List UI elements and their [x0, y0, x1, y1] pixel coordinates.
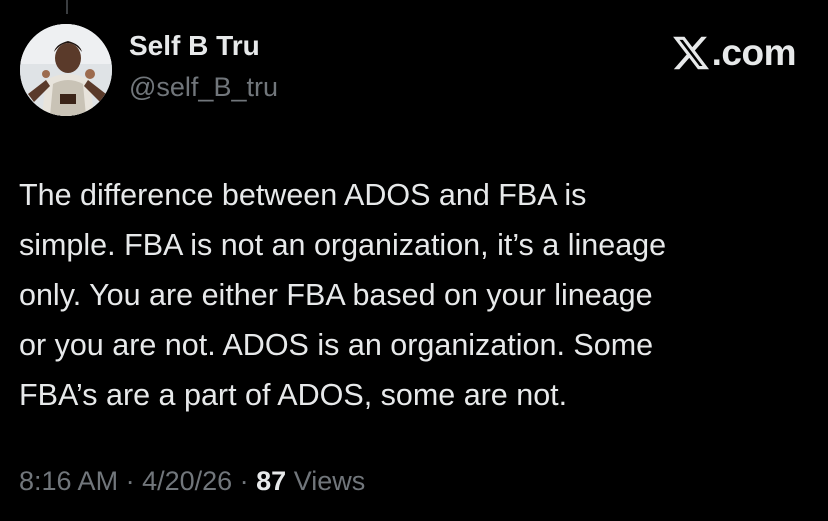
author-display-name[interactable]: Self B Tru: [129, 30, 260, 62]
meta-separator: ·: [232, 466, 257, 496]
tweet-text-line: FBA’s are a part of ADOS, some are not.: [19, 378, 568, 412]
views-count[interactable]: 87: [256, 466, 286, 496]
thread-connector-line: [66, 0, 68, 14]
x-logo-icon: [672, 36, 709, 70]
avatar[interactable]: [20, 24, 112, 116]
tweet-text-line: or you are not. ADOS is an organization.…: [19, 328, 654, 362]
tweet-metadata: 8:16 AM · 4/20/26 · 87 Views: [19, 466, 365, 497]
views-label[interactable]: Views: [286, 466, 366, 496]
tweet-text-line: simple. FBA is not an organization, it’s…: [19, 228, 667, 262]
tweet-text-line: The difference between ADOS and FBA is: [19, 178, 587, 212]
x-com-watermark: .com: [671, 32, 797, 74]
meta-separator: ·: [118, 466, 143, 496]
tweet-time[interactable]: 8:16 AM: [19, 466, 118, 496]
tweet-date[interactable]: 4/20/26: [142, 466, 232, 496]
avatar-photo-icon: [20, 24, 112, 116]
watermark-suffix: .com: [711, 32, 797, 73]
tweet-text-line: only. You are either FBA based on your l…: [19, 278, 653, 312]
author-handle[interactable]: @self_B_tru: [129, 72, 278, 103]
tweet-text: The difference between ADOS and FBA is s…: [19, 170, 809, 420]
